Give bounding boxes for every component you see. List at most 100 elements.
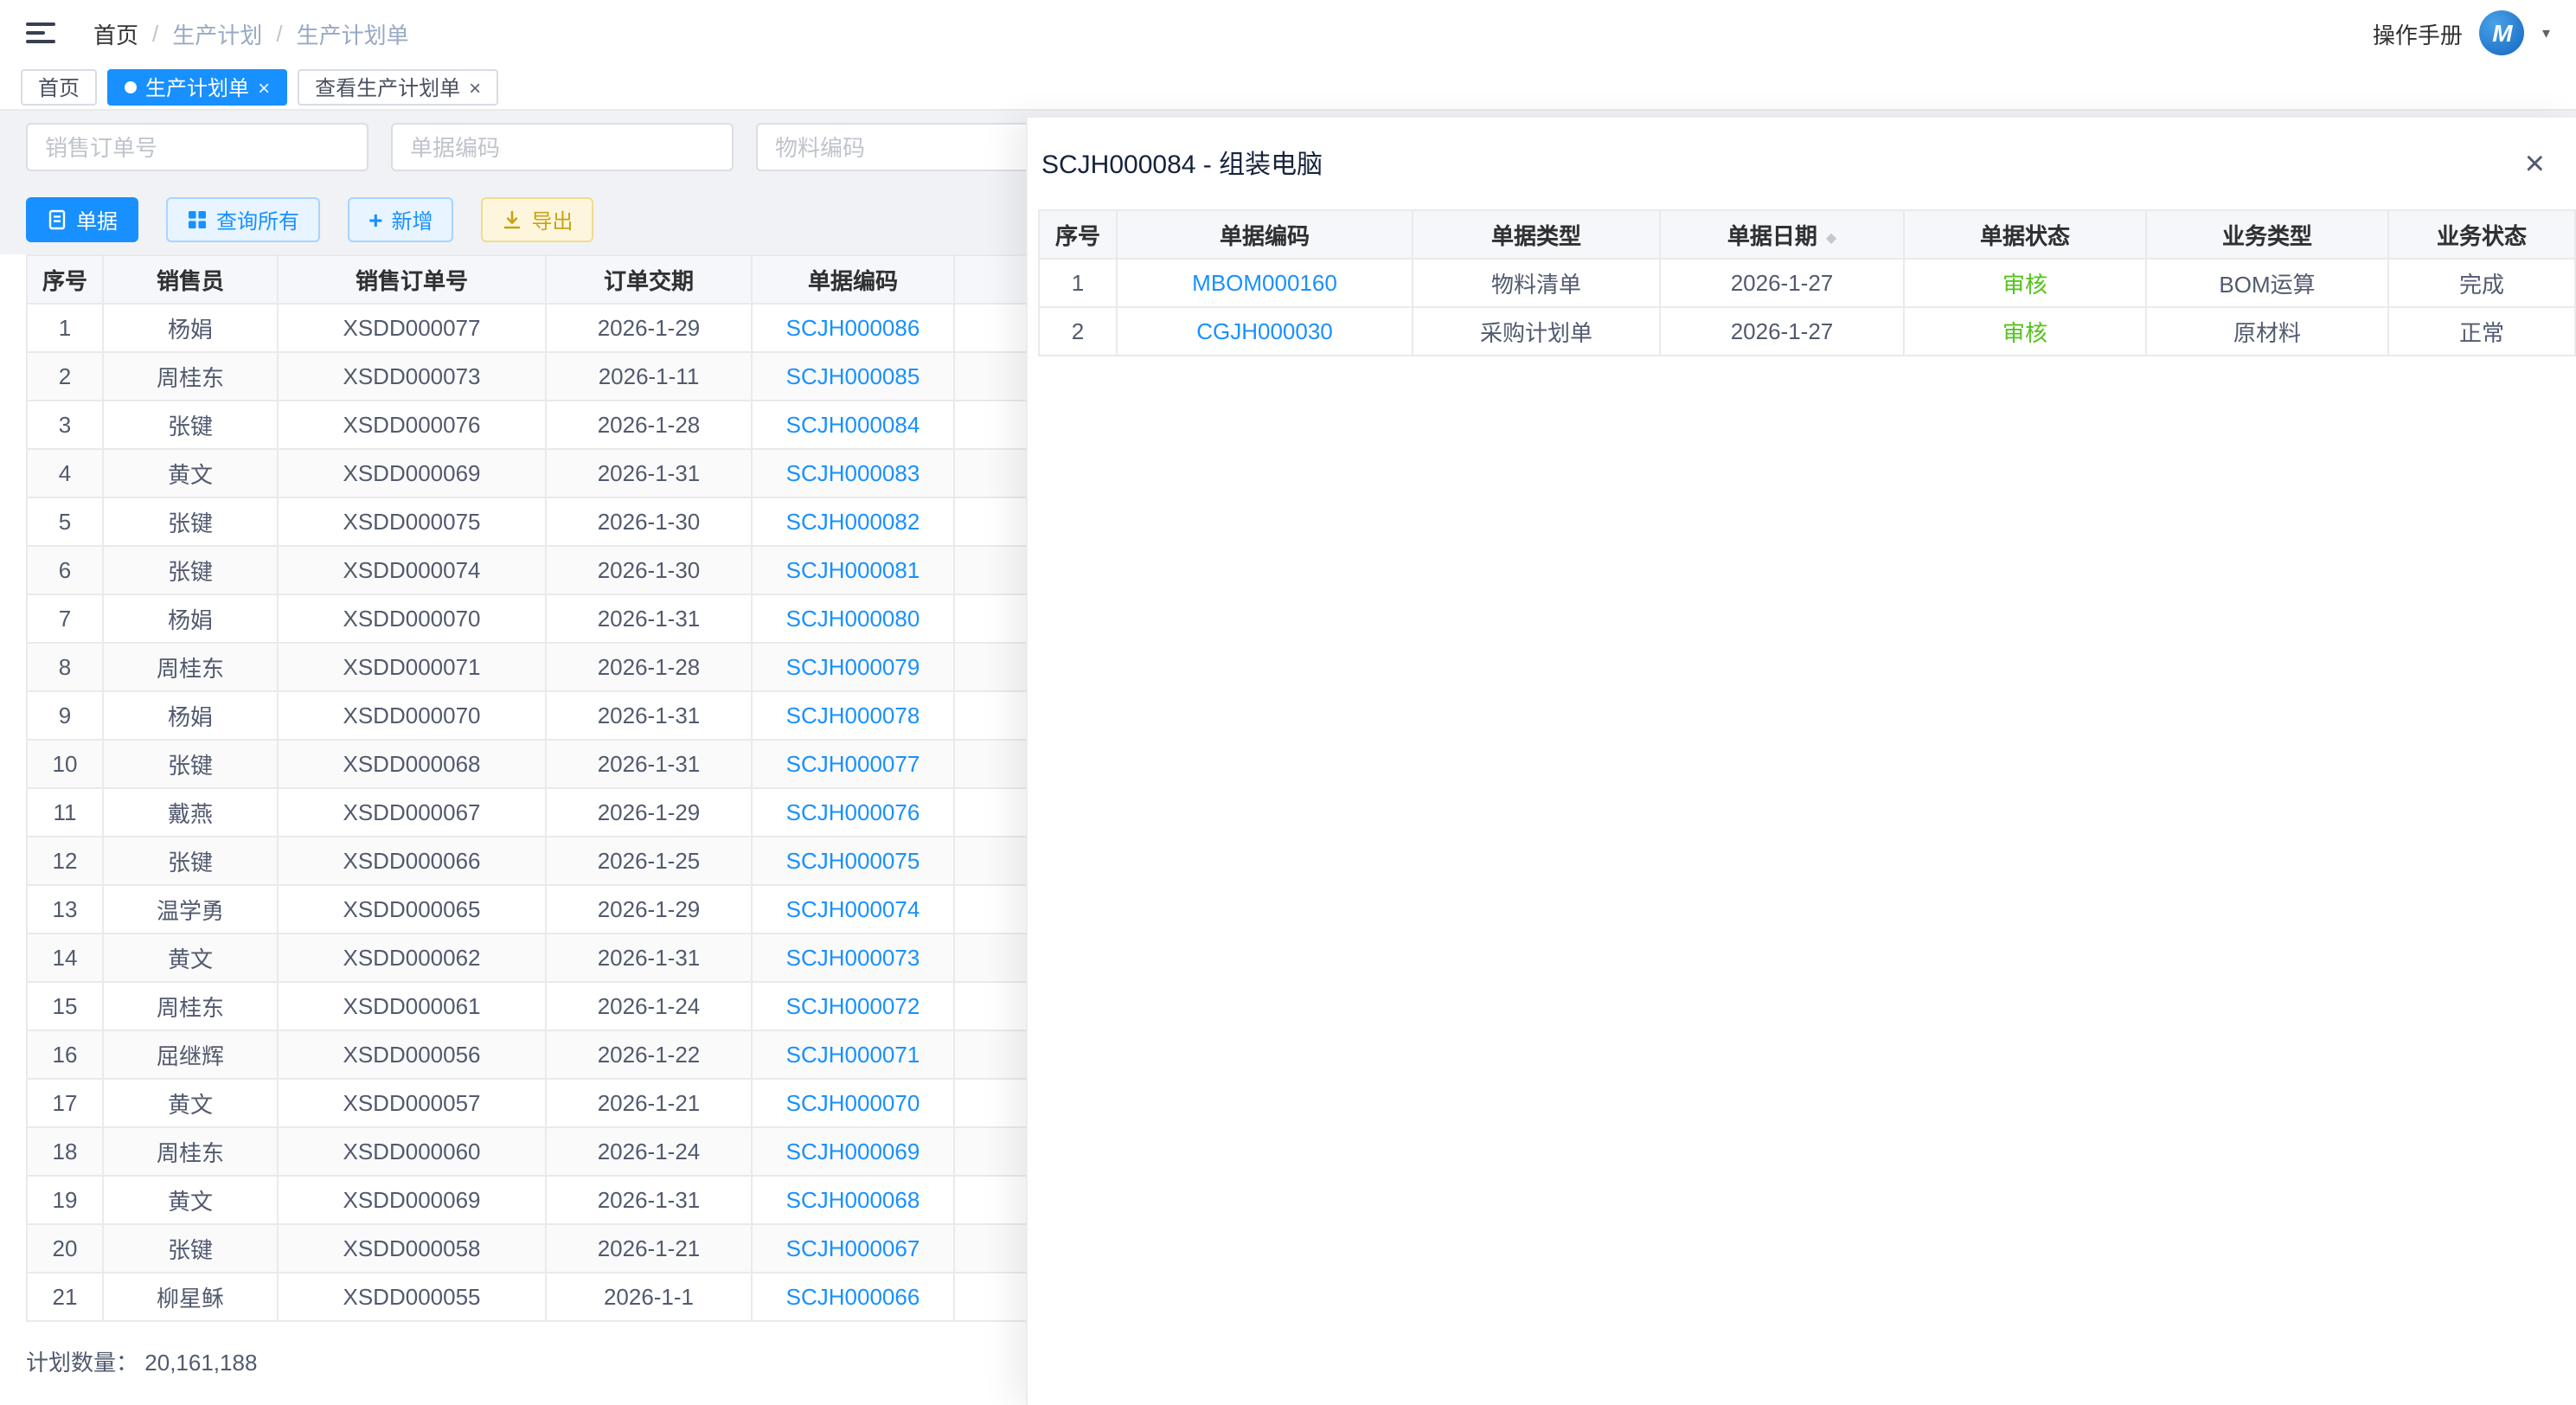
sales-order-no-input[interactable] bbox=[26, 123, 368, 171]
detail-drawer: SCJH000084 - 组装电脑 × 序号单据编码单据类型单据日期◆单据状态业… bbox=[1026, 118, 2576, 1405]
doc-code-link[interactable]: SCJH000075 bbox=[786, 848, 920, 874]
app-logo[interactable]: M bbox=[2480, 10, 2525, 55]
table-row[interactable]: 2CGJH000030采购计划单2026-1-27审核原材料正常 bbox=[1039, 307, 2575, 356]
cell-order-delivery-date: 2026-1-31 bbox=[546, 449, 752, 497]
plus-icon: + bbox=[368, 208, 382, 232]
breadcrumb-production-plan-order[interactable]: 生产计划单 bbox=[297, 16, 409, 49]
tab-view-production-plan-order[interactable]: 查看生产计划单 × bbox=[298, 69, 498, 106]
cell-order-delivery-date: 2026-1-31 bbox=[546, 594, 752, 643]
add-button[interactable]: + 新增 bbox=[348, 197, 453, 242]
breadcrumb-home[interactable]: 首页 bbox=[93, 16, 138, 49]
menu-toggle-icon[interactable] bbox=[26, 22, 55, 43]
doc-code-link[interactable]: SCJH000067 bbox=[786, 1235, 920, 1261]
doc-code-link[interactable]: SCJH000074 bbox=[786, 896, 920, 922]
cell-doc-code: SCJH000076 bbox=[752, 788, 954, 837]
manual-link[interactable]: 操作手册 bbox=[2373, 16, 2463, 49]
doc-code-link[interactable]: SCJH000083 bbox=[786, 460, 920, 486]
doc-code-link[interactable]: SCJH000078 bbox=[786, 702, 920, 728]
tab-home[interactable]: 首页 bbox=[21, 69, 97, 106]
cell-sales-order-no: XSDD000076 bbox=[278, 401, 546, 449]
breadcrumb-production-plan[interactable]: 生产计划 bbox=[172, 16, 262, 49]
cell-index: 19 bbox=[27, 1176, 103, 1224]
tab-close-icon[interactable]: × bbox=[258, 77, 270, 98]
drawer-header: SCJH000084 - 组装电脑 × bbox=[1028, 118, 2576, 209]
doc-code-link[interactable]: SCJH000086 bbox=[786, 315, 920, 341]
cell-index: 16 bbox=[27, 1030, 103, 1079]
cell-sales-order-no: XSDD000062 bbox=[278, 933, 546, 982]
cell-index: 3 bbox=[27, 401, 103, 449]
cell-sales-order-no: XSDD000071 bbox=[278, 643, 546, 691]
cell-sales-order-no: XSDD000066 bbox=[278, 837, 546, 885]
cell-doc-status: 审核 bbox=[1904, 259, 2146, 307]
cell-doc-status: 审核 bbox=[1904, 307, 2146, 356]
drawer-title: SCJH000084 - 组装电脑 bbox=[1041, 149, 1323, 183]
cell-salesperson: 张键 bbox=[103, 546, 278, 594]
column-header: 单据编码 bbox=[1117, 210, 1413, 259]
doc-code-link[interactable]: SCJH000066 bbox=[786, 1284, 920, 1310]
cell-doc-code: SCJH000072 bbox=[752, 982, 954, 1030]
doc-code-link[interactable]: SCJH000081 bbox=[786, 557, 920, 583]
cell-salesperson: 黄文 bbox=[103, 933, 278, 982]
doc-code-input[interactable] bbox=[391, 123, 734, 171]
cell-sales-order-no: XSDD000069 bbox=[278, 449, 546, 497]
doc-button[interactable]: 单据 bbox=[26, 197, 138, 242]
cell-salesperson: 张键 bbox=[103, 401, 278, 449]
doc-code-link[interactable]: SCJH000084 bbox=[786, 412, 920, 438]
cell-doc-code: SCJH000068 bbox=[752, 1176, 954, 1224]
doc-code-link[interactable]: SCJH000069 bbox=[786, 1139, 920, 1164]
cell-salesperson: 戴燕 bbox=[103, 788, 278, 837]
close-icon[interactable]: × bbox=[2525, 149, 2545, 180]
doc-code-link[interactable]: SCJH000077 bbox=[786, 751, 920, 777]
active-tab-dot bbox=[125, 81, 137, 93]
cell-doc-code: SCJH000079 bbox=[752, 643, 954, 691]
cell-sales-order-no: XSDD000067 bbox=[278, 788, 546, 837]
column-header: 序号 bbox=[27, 255, 103, 304]
cell-order-delivery-date: 2026-1-1 bbox=[546, 1273, 752, 1321]
table-row[interactable]: 1MBOM000160物料清单2026-1-27审核BOM运算完成 bbox=[1039, 259, 2575, 307]
cell-salesperson: 周桂东 bbox=[103, 982, 278, 1030]
cell-doc-code: SCJH000066 bbox=[752, 1273, 954, 1321]
cell-doc-type: 物料清单 bbox=[1413, 259, 1660, 307]
tab-production-plan-order[interactable]: 生产计划单 × bbox=[107, 69, 287, 106]
cell-index: 8 bbox=[27, 643, 103, 691]
doc-code-link[interactable]: SCJH000068 bbox=[786, 1187, 920, 1213]
cell-index: 6 bbox=[27, 546, 103, 594]
chevron-down-icon[interactable]: ▾ bbox=[2542, 23, 2550, 42]
cell-index: 7 bbox=[27, 594, 103, 643]
cell-sales-order-no: XSDD000073 bbox=[278, 352, 546, 401]
tab-close-icon[interactable]: × bbox=[469, 77, 481, 98]
cell-doc-code: SCJH000086 bbox=[752, 304, 954, 352]
cell-salesperson: 黄文 bbox=[103, 1079, 278, 1127]
cell-sales-order-no: XSDD000070 bbox=[278, 594, 546, 643]
doc-code-link[interactable]: SCJH000071 bbox=[786, 1042, 920, 1068]
cell-index: 20 bbox=[27, 1224, 103, 1273]
doc-code-link[interactable]: SCJH000070 bbox=[786, 1090, 920, 1116]
cell-doc-code: SCJH000070 bbox=[752, 1079, 954, 1127]
export-button[interactable]: 导出 bbox=[481, 197, 593, 242]
doc-code-link[interactable]: SCJH000080 bbox=[786, 606, 920, 632]
doc-code-link[interactable]: SCJH000085 bbox=[786, 363, 920, 389]
cell-doc-code: SCJH000069 bbox=[752, 1127, 954, 1176]
cell-salesperson: 张键 bbox=[103, 497, 278, 546]
cell-index: 5 bbox=[27, 497, 103, 546]
query-all-button[interactable]: 查询所有 bbox=[166, 197, 320, 242]
doc-code-link[interactable]: SCJH000076 bbox=[786, 799, 920, 825]
cell-index: 9 bbox=[27, 691, 103, 740]
related-doc-link[interactable]: CGJH000030 bbox=[1196, 318, 1333, 344]
plan-total-label: 计划数量： bbox=[26, 1350, 138, 1376]
cell-index: 21 bbox=[27, 1273, 103, 1321]
doc-code-link[interactable]: SCJH000073 bbox=[786, 945, 920, 971]
column-header[interactable]: 单据日期◆ bbox=[1660, 210, 1904, 259]
cell-sales-order-no: XSDD000060 bbox=[278, 1127, 546, 1176]
doc-code-link[interactable]: SCJH000082 bbox=[786, 509, 920, 535]
doc-code-link[interactable]: SCJH000079 bbox=[786, 654, 920, 680]
related-doc-link[interactable]: MBOM000160 bbox=[1192, 270, 1337, 296]
cell-order-delivery-date: 2026-1-24 bbox=[546, 1127, 752, 1176]
cell-doc-code: SCJH000080 bbox=[752, 594, 954, 643]
cell-doc-date: 2026-1-27 bbox=[1660, 307, 1904, 356]
cell-order-delivery-date: 2026-1-30 bbox=[546, 497, 752, 546]
cell-doc-code: SCJH000083 bbox=[752, 449, 954, 497]
doc-code-link[interactable]: SCJH000072 bbox=[786, 993, 920, 1019]
sort-icon[interactable]: ◆ bbox=[1826, 230, 1836, 246]
cell-salesperson: 杨娟 bbox=[103, 594, 278, 643]
